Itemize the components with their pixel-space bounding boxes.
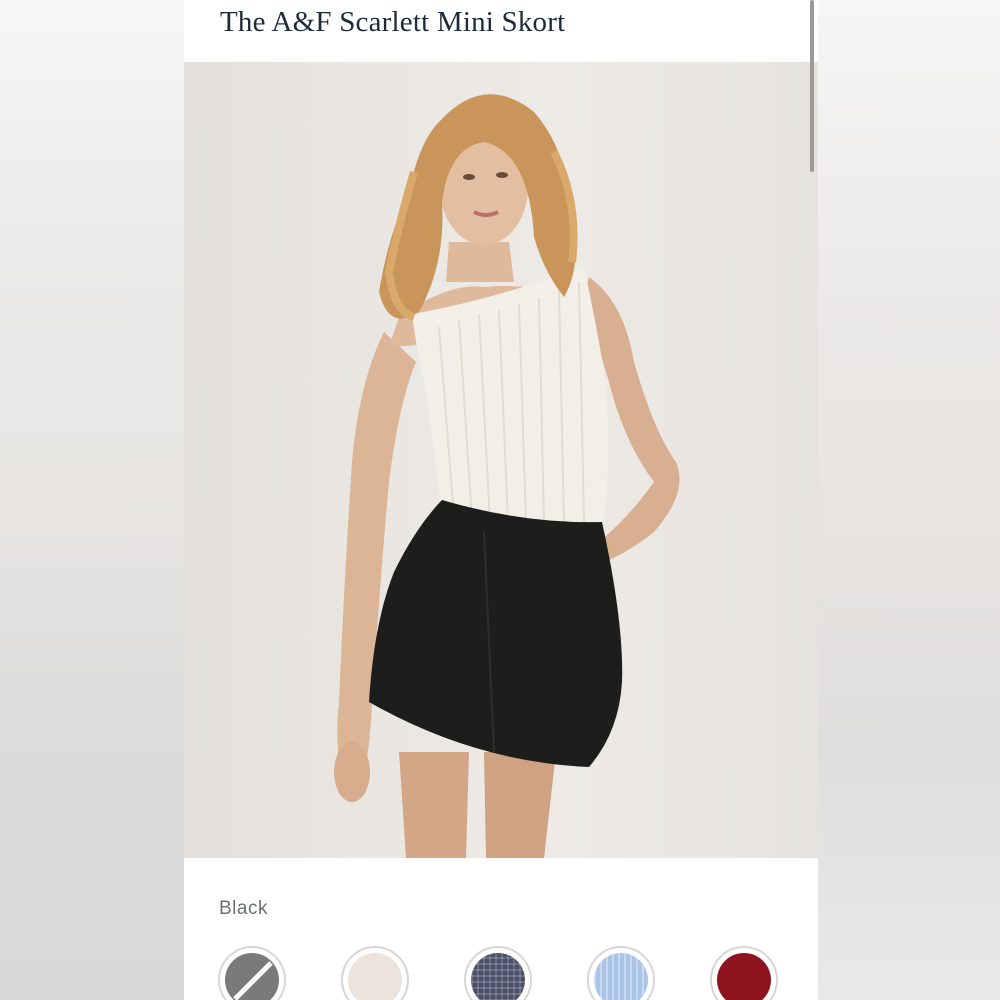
unavailable-slash-icon xyxy=(233,961,273,1000)
swatch-light-blue-stripe[interactable] xyxy=(587,946,655,1000)
swatch-burgundy-fill xyxy=(717,953,771,1000)
swatch-black[interactable] xyxy=(218,946,286,1000)
selected-color-label: Black xyxy=(219,898,268,919)
blurred-backdrop-right xyxy=(818,0,1000,1000)
swatch-navy-plaid-fill xyxy=(471,953,525,1000)
model-photo xyxy=(334,94,680,858)
swatch-cream-fill xyxy=(348,953,402,1000)
swatch-navy-plaid[interactable] xyxy=(464,946,532,1000)
swatch-light-blue-stripe-fill xyxy=(594,953,648,1000)
product-page: The A&F Scarlett Mini Skort Black xyxy=(184,0,818,1000)
product-image[interactable] xyxy=(184,62,818,858)
product-info: Black xyxy=(184,858,818,1000)
scrollbar[interactable] xyxy=(810,0,814,172)
swatch-burgundy[interactable] xyxy=(710,946,778,1000)
swatch-cream[interactable] xyxy=(341,946,409,1000)
product-title: The A&F Scarlett Mini Skort xyxy=(220,6,566,38)
blurred-backdrop-left xyxy=(0,0,184,1000)
product-header: The A&F Scarlett Mini Skort xyxy=(184,0,818,62)
swatch-black-fill xyxy=(225,953,279,1000)
